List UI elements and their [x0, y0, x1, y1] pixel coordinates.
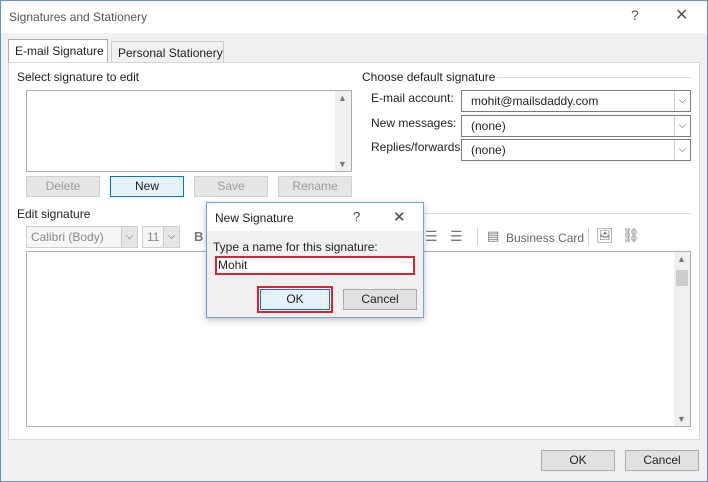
bold-button[interactable]: B [194, 229, 203, 244]
tab-email-signature-label: E-mail Signature [15, 44, 104, 58]
align-right-icon[interactable]: ☰ [450, 228, 463, 245]
default-signature-divider [497, 77, 691, 78]
chevron-down-icon[interactable]: ⌵ [674, 91, 690, 111]
dialog-cancel-button[interactable]: Cancel [343, 289, 417, 310]
scroll-down-icon[interactable]: ▼ [677, 414, 686, 424]
edit-signature-divider [425, 213, 691, 214]
toolbar-separator [588, 228, 589, 246]
ok-button[interactable]: OK [541, 450, 615, 471]
scroll-up-icon[interactable]: ▲ [338, 93, 347, 103]
font-value: Calibri (Body) [31, 230, 104, 244]
scroll-up-icon[interactable]: ▲ [677, 254, 686, 264]
new-messages-select[interactable]: (none) ⌵ [461, 115, 691, 137]
dialog-close-icon[interactable]: ✕ [393, 208, 406, 226]
email-account-select[interactable]: mohit@mailsdaddy.com ⌵ [461, 90, 691, 112]
font-select[interactable]: Calibri (Body) ⌵ [26, 226, 138, 248]
new-button[interactable]: New [110, 176, 184, 197]
chevron-down-icon[interactable]: ⌵ [674, 116, 690, 136]
business-card-icon: ▤ [487, 228, 500, 243]
font-size-value: 11 [147, 230, 160, 244]
delete-button[interactable]: Delete [26, 176, 100, 197]
replies-forwards-label: Replies/forwards: [371, 140, 464, 154]
signature-list[interactable]: ▲ ▼ [26, 90, 352, 172]
cancel-button[interactable]: Cancel [625, 450, 699, 471]
new-signature-dialog: New Signature ? ✕ Type a name for this s… [206, 202, 424, 318]
editor-scrollbar[interactable]: ▲ ▼ [674, 252, 690, 426]
signature-list-scrollbar[interactable]: ▲ ▼ [335, 91, 351, 171]
edit-signature-label: Edit signature [17, 207, 91, 221]
replies-forwards-select[interactable]: (none) ⌵ [461, 139, 691, 161]
tab-personal-stationery-label: Personal Stationery [118, 46, 223, 60]
align-center-icon[interactable]: ☰ [425, 228, 438, 245]
dialog-help-icon[interactable]: ? [353, 209, 360, 224]
toolbar-separator [477, 228, 478, 246]
signature-name-input[interactable]: Mohit [215, 256, 415, 275]
business-card-button[interactable]: Business Card [506, 231, 584, 245]
window-title: Signatures and Stationery [9, 10, 148, 24]
replies-forwards-value: (none) [471, 143, 506, 157]
select-signature-label: Select signature to edit [17, 70, 140, 84]
rename-button[interactable]: Rename [278, 176, 352, 197]
close-icon[interactable]: ✕ [675, 5, 688, 25]
signature-name-value: Mohit [218, 258, 248, 272]
dialog-prompt: Type a name for this signature: [213, 240, 378, 254]
default-signature-label: Choose default signature [362, 70, 496, 84]
new-messages-value: (none) [471, 119, 506, 133]
help-icon[interactable]: ? [631, 7, 639, 23]
scroll-thumb[interactable] [676, 270, 688, 286]
insert-picture-icon[interactable]: 🖼 [596, 227, 614, 244]
new-messages-label: New messages: [371, 116, 457, 130]
chevron-down-icon[interactable]: ⌵ [674, 140, 690, 160]
font-size-select[interactable]: 11 ⌵ [142, 226, 180, 248]
tab-personal-stationery[interactable]: Personal Stationery [111, 41, 224, 63]
email-account-label: E-mail account: [371, 91, 454, 105]
hyperlink-icon[interactable]: ⛓ [622, 227, 640, 244]
dialog-ok-button[interactable]: OK [257, 286, 333, 313]
chevron-down-icon[interactable]: ⌵ [121, 227, 137, 247]
dialog-title-bar: New Signature ? ✕ [207, 203, 423, 231]
scroll-down-icon[interactable]: ▼ [338, 159, 347, 169]
title-bar: Signatures and Stationery ? ✕ [1, 1, 707, 33]
tab-email-signature[interactable]: E-mail Signature [8, 39, 108, 63]
signatures-window: Signatures and Stationery ? ✕ E-mail Sig… [0, 0, 708, 482]
chevron-down-icon[interactable]: ⌵ [163, 227, 179, 247]
save-button[interactable]: Save [194, 176, 268, 197]
email-account-value: mohit@mailsdaddy.com [471, 94, 599, 108]
dialog-title: New Signature [215, 211, 294, 225]
